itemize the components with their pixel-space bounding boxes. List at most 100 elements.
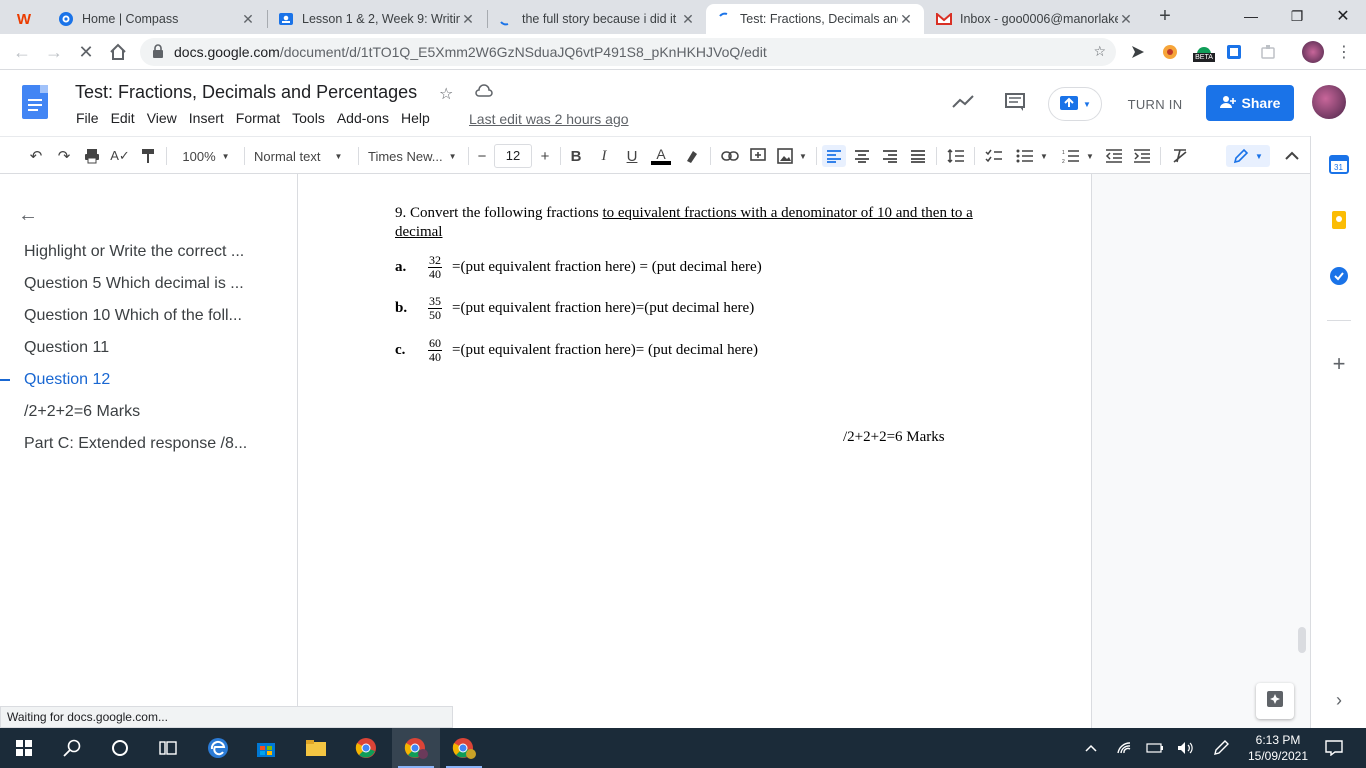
search-icon[interactable]: [48, 728, 96, 768]
keep-icon[interactable]: [1329, 210, 1349, 230]
italic-icon[interactable]: I: [593, 145, 615, 167]
expand-panel-icon[interactable]: ›: [1329, 690, 1349, 710]
home-icon[interactable]: [106, 40, 130, 64]
spellcheck-icon[interactable]: A✓: [108, 145, 132, 167]
close-icon[interactable]: ✕: [240, 11, 256, 28]
outline-item[interactable]: Question 5 Which decimal is ...: [24, 275, 244, 293]
send-icon[interactable]: [1128, 42, 1148, 62]
volume-icon[interactable]: [1172, 728, 1200, 768]
puzzle-icon[interactable]: [1258, 42, 1278, 62]
minimize-button[interactable]: —: [1228, 0, 1274, 32]
add-addon-icon[interactable]: +: [1329, 351, 1349, 376]
edge-icon[interactable]: [194, 728, 242, 768]
bold-icon[interactable]: B: [565, 145, 587, 167]
back-arrow-icon[interactable]: ←: [10, 40, 34, 64]
explore-button[interactable]: [1256, 683, 1294, 719]
align-center-icon[interactable]: [850, 145, 874, 167]
close-icon[interactable]: ✕: [460, 11, 476, 28]
marks-text[interactable]: /2+2+2=6 Marks: [843, 429, 945, 446]
menu-tools[interactable]: Tools: [286, 110, 331, 126]
question-row-b[interactable]: b. 35 50 =(put equivalent fraction here)…: [395, 295, 754, 322]
profile-avatar[interactable]: [1302, 41, 1324, 63]
last-edit-link[interactable]: Last edit was 2 hours ago: [469, 111, 629, 127]
question-row-a[interactable]: a. 32 40 =(put equivalent fraction here)…: [395, 254, 762, 281]
justify-icon[interactable]: [906, 145, 930, 167]
system-clock[interactable]: 6:13 PM 15/09/2021: [1244, 732, 1312, 764]
decrease-indent-icon[interactable]: [1102, 145, 1126, 167]
outline-item[interactable]: Question 10 Which of the foll...: [24, 307, 242, 325]
docs-logo-icon[interactable]: [22, 85, 48, 119]
align-right-icon[interactable]: [878, 145, 902, 167]
menu-help[interactable]: Help: [395, 110, 436, 126]
close-icon[interactable]: ✕: [898, 11, 914, 28]
more-vert-icon[interactable]: ⋮: [1334, 42, 1354, 62]
pen-workspace-icon[interactable]: [1206, 728, 1236, 768]
highlight-color-icon[interactable]: [680, 145, 704, 167]
collapse-menus-icon[interactable]: [1280, 145, 1304, 167]
share-button[interactable]: Share: [1206, 85, 1294, 121]
insert-comment-icon[interactable]: [746, 145, 770, 167]
chrome-profile-icon[interactable]: [440, 728, 488, 768]
menu-addons[interactable]: Add-ons: [331, 110, 395, 126]
document-canvas[interactable]: 9. Convert the following fractions to eq…: [298, 174, 1310, 728]
font-size-input[interactable]: 12: [494, 144, 532, 168]
chrome-icon[interactable]: [342, 728, 390, 768]
beta-extension-icon[interactable]: BETA: [1192, 42, 1216, 62]
document-title[interactable]: Test: Fractions, Decimals and Percentage…: [75, 82, 417, 103]
bulleted-list-icon[interactable]: ▼: [1012, 145, 1052, 167]
store-icon[interactable]: [242, 728, 290, 768]
redo-icon[interactable]: ↷: [52, 145, 76, 167]
outline-item-active[interactable]: Question 12: [24, 371, 110, 389]
task-view-icon[interactable]: [144, 728, 192, 768]
document-page[interactable]: 9. Convert the following fractions to eq…: [298, 174, 1092, 728]
turn-in-button[interactable]: TURN IN: [1118, 87, 1192, 121]
close-window-button[interactable]: ✕: [1320, 0, 1366, 32]
battery-icon[interactable]: [1142, 728, 1168, 768]
notification-center-icon[interactable]: [1318, 728, 1350, 768]
bookmark-star-icon[interactable]: ☆: [1093, 43, 1106, 60]
chevron-up-icon[interactable]: [1078, 728, 1104, 768]
new-tab-button[interactable]: +: [1152, 6, 1178, 28]
align-left-icon[interactable]: [822, 145, 846, 167]
increase-font-size-icon[interactable]: +: [535, 145, 555, 167]
vertical-scrollbar[interactable]: [1298, 627, 1306, 653]
numbered-list-icon[interactable]: 1 2 ▼: [1058, 145, 1098, 167]
comments-icon[interactable]: [1004, 92, 1026, 118]
question-row-c[interactable]: c. 60 40 =(put equivalent fraction here)…: [395, 337, 758, 364]
tab-lesson[interactable]: Lesson 1 & 2, Week 9: Writin ✕: [268, 4, 486, 34]
outline-item[interactable]: /2+2+2=6 Marks: [24, 403, 140, 421]
zoom-select[interactable]: 100% ▼: [176, 145, 236, 167]
wifi-icon[interactable]: [1110, 728, 1138, 768]
editing-mode-icon[interactable]: ▼: [1226, 145, 1270, 167]
font-family-select[interactable]: Times New... ▼: [368, 145, 462, 167]
tab-test-active[interactable]: Test: Fractions, Decimals and ✕: [706, 4, 924, 34]
tab-inbox[interactable]: Inbox - goo0006@manorlake ✕: [926, 4, 1144, 34]
outline-item[interactable]: Highlight or Write the correct ...: [24, 243, 244, 261]
menu-insert[interactable]: Insert: [183, 110, 230, 126]
line-spacing-icon[interactable]: [944, 145, 968, 167]
increase-indent-icon[interactable]: [1130, 145, 1154, 167]
menu-edit[interactable]: Edit: [105, 110, 141, 126]
clear-formatting-icon[interactable]: [1168, 145, 1192, 167]
tab-office[interactable]: W: [6, 4, 46, 34]
insert-image-icon[interactable]: ▼: [774, 145, 810, 167]
tab-compass[interactable]: Home | Compass ✕: [48, 4, 266, 34]
close-icon[interactable]: ✕: [1118, 11, 1134, 28]
outline-item[interactable]: Question 11: [24, 339, 109, 357]
undo-icon[interactable]: ↶: [24, 145, 48, 167]
account-avatar[interactable]: [1312, 85, 1346, 119]
paint-format-icon[interactable]: [136, 145, 160, 167]
checklist-icon[interactable]: [982, 145, 1006, 167]
stop-loading-icon[interactable]: ✕: [74, 40, 98, 64]
menu-file[interactable]: File: [70, 110, 105, 126]
question-heading[interactable]: 9. Convert the following fractions to eq…: [395, 204, 995, 242]
link-icon[interactable]: [718, 145, 742, 167]
file-explorer-icon[interactable]: [292, 728, 340, 768]
calendar-icon[interactable]: 31: [1329, 154, 1349, 174]
back-arrow-icon[interactable]: ←: [18, 204, 38, 227]
tasks-icon[interactable]: [1329, 266, 1349, 286]
text-color-icon[interactable]: A: [649, 145, 673, 167]
tab-story[interactable]: the full story because i did it ✕: [488, 4, 706, 34]
close-icon[interactable]: ✕: [680, 11, 696, 28]
paragraph-style-select[interactable]: Normal text ▼: [254, 145, 350, 167]
